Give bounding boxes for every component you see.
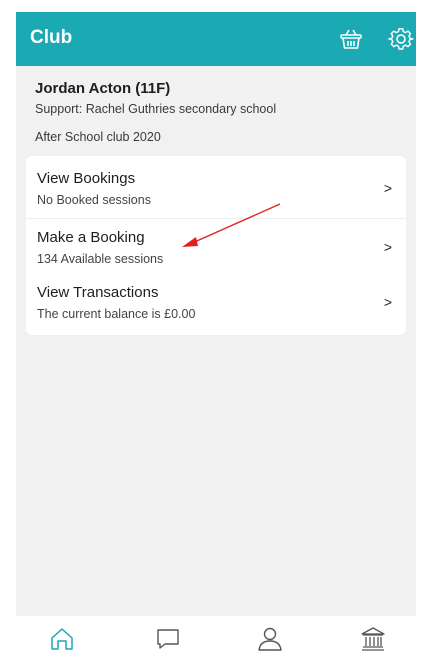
- row-title: Make a Booking: [37, 229, 145, 246]
- page-title: Club: [30, 27, 73, 48]
- row-title: View Bookings: [37, 170, 136, 187]
- chevron-right-icon: >: [383, 239, 392, 255]
- row-title: View Transactions: [37, 284, 159, 301]
- basket-icon[interactable]: [338, 26, 364, 52]
- row-subtitle: No Booked sessions: [37, 193, 151, 207]
- bank-icon[interactable]: [359, 625, 387, 653]
- home-icon[interactable]: [48, 625, 76, 653]
- chevron-right-icon: >: [383, 294, 392, 310]
- user-icon[interactable]: [256, 625, 284, 653]
- bottom-nav: [16, 616, 416, 661]
- row-subtitle: The current balance is £0.00: [37, 307, 196, 321]
- annotation-arrow: [182, 203, 281, 247]
- chat-icon[interactable]: [154, 625, 182, 653]
- club-name: After School club 2020: [35, 130, 161, 144]
- row-subtitle: 134 Available sessions: [37, 252, 164, 266]
- support-text: Support: Rachel Guthries secondary schoo…: [35, 102, 277, 116]
- view-transactions-row[interactable]: View Transactions The current balance is…: [26, 274, 406, 332]
- student-name: Jordan Acton (11F): [35, 80, 171, 97]
- gear-icon[interactable]: [388, 26, 414, 52]
- chevron-right-icon: >: [383, 180, 392, 196]
- app-frame: Club Jordan Acton (11F) Support: Rachel …: [16, 12, 416, 661]
- app-header: Club: [16, 12, 416, 66]
